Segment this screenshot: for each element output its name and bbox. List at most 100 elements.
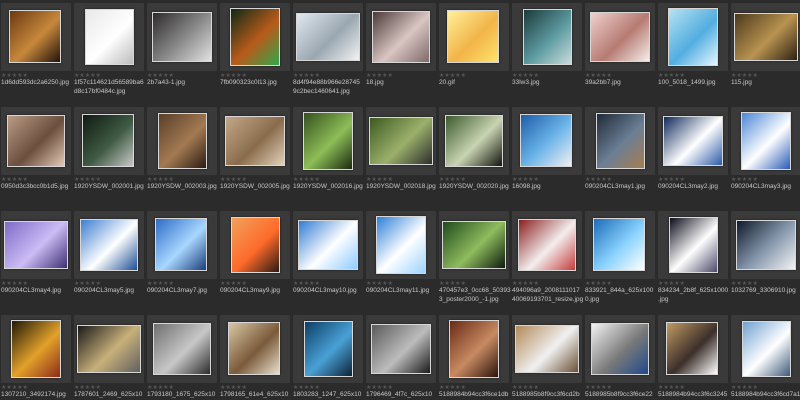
rating-stars[interactable]: ★★★★★ xyxy=(731,384,758,391)
thumbnail-image[interactable] xyxy=(591,323,649,375)
thumbnail-tile[interactable] xyxy=(147,107,217,175)
thumbnail-tile[interactable] xyxy=(1,3,71,71)
rating-stars[interactable]: ★★★★★ xyxy=(439,280,466,287)
thumbnail-tile[interactable] xyxy=(658,211,728,279)
thumbnail-image[interactable] xyxy=(669,217,718,273)
thumbnail-item[interactable]: ★★★★★ 5188984b94cc3f6c3245 xyxy=(658,315,728,400)
thumbnail-image[interactable] xyxy=(442,221,506,269)
thumbnail-tile[interactable] xyxy=(220,211,290,279)
thumbnail-image[interactable] xyxy=(369,117,433,165)
rating-stars[interactable]: ★★★★★ xyxy=(512,384,539,391)
thumbnail-image[interactable] xyxy=(590,12,650,62)
thumbnail-image[interactable] xyxy=(155,218,207,271)
thumbnail-item[interactable]: ★★★★★ 833921_844a_625x100 0.jpg xyxy=(585,211,655,314)
thumbnail-tile[interactable] xyxy=(439,315,509,383)
thumbnail-image[interactable] xyxy=(82,114,134,167)
thumbnail-item[interactable]: ★★★★★ 090204CL3may4.jpg xyxy=(1,211,71,314)
thumbnail-image[interactable] xyxy=(296,13,360,61)
thumbnail-item[interactable]: ★★★★★ 090204CL3may5.jpg xyxy=(74,211,144,314)
thumbnail-tile[interactable] xyxy=(366,107,436,175)
thumbnail-image[interactable] xyxy=(372,11,430,63)
thumbnail-item[interactable]: ★★★★★ 1f57c114621d56589ba6 d8c17bf0484c.j… xyxy=(74,3,144,106)
thumbnail-tile[interactable] xyxy=(585,315,655,383)
rating-stars[interactable]: ★★★★★ xyxy=(366,384,393,391)
thumbnail-item[interactable]: ★★★★★ 090204CL3may10.jpg xyxy=(293,211,363,314)
thumbnail-image[interactable] xyxy=(734,13,798,61)
thumbnail-item[interactable]: ★★★★★ 1d6dd593dc2a6250.jpg xyxy=(1,3,71,106)
thumbnail-item[interactable]: ★★★★★ 090204CL3may3.jpg xyxy=(731,107,800,210)
thumbnail-tile[interactable] xyxy=(512,315,582,383)
thumbnail-item[interactable]: ★★★★★ 494096a9_2008111017 40069193701_res… xyxy=(512,211,583,314)
thumbnail-tile[interactable] xyxy=(293,211,363,279)
rating-stars[interactable]: ★★★★★ xyxy=(439,384,466,391)
thumbnail-tile[interactable] xyxy=(220,3,290,71)
thumbnail-tile[interactable] xyxy=(658,315,728,383)
rating-stars[interactable]: ★★★★★ xyxy=(147,176,174,183)
rating-stars[interactable]: ★★★★★ xyxy=(147,280,174,287)
thumbnail-tile[interactable] xyxy=(293,315,363,383)
thumbnail-tile[interactable] xyxy=(512,107,582,175)
thumbnail-image[interactable] xyxy=(593,218,645,271)
thumbnail-tile[interactable] xyxy=(731,315,800,383)
thumbnail-item[interactable]: ★★★★★ 1920YSDW_002020.jpg xyxy=(439,107,509,210)
thumbnail-image[interactable] xyxy=(7,115,65,167)
rating-stars[interactable]: ★★★★★ xyxy=(74,280,101,287)
rating-stars[interactable]: ★★★★★ xyxy=(147,384,174,391)
thumbnail-image[interactable] xyxy=(228,322,280,375)
thumbnail-image[interactable] xyxy=(596,113,645,169)
rating-stars[interactable]: ★★★★★ xyxy=(658,176,685,183)
thumbnail-image[interactable] xyxy=(158,113,207,169)
rating-stars[interactable]: ★★★★★ xyxy=(74,176,101,183)
thumbnail-tile[interactable] xyxy=(74,211,144,279)
thumbnail-item[interactable]: ★★★★★ 1032769_3306910.jpg xyxy=(731,211,800,314)
thumbnail-image[interactable] xyxy=(449,320,499,378)
rating-stars[interactable]: ★★★★★ xyxy=(293,384,320,391)
thumbnail-item[interactable]: ★★★★★ 0950d3c3bcc0b1d5.jpg xyxy=(1,107,71,210)
thumbnail-tile[interactable] xyxy=(293,3,363,71)
thumbnail-tile[interactable] xyxy=(1,315,71,383)
rating-stars[interactable]: ★★★★★ xyxy=(147,72,174,79)
thumbnail-item[interactable]: ★★★★★ 1920YSDW_002018.jpg xyxy=(366,107,436,210)
rating-stars[interactable]: ★★★★★ xyxy=(220,176,247,183)
thumbnail-item[interactable]: ★★★★★ 1798165_61e4_625x10 xyxy=(220,315,290,400)
thumbnail-item[interactable]: ★★★★★ 090204CL3may1.jpg xyxy=(585,107,655,210)
thumbnail-tile[interactable] xyxy=(439,211,509,279)
rating-stars[interactable]: ★★★★★ xyxy=(293,280,320,287)
rating-stars[interactable]: ★★★★★ xyxy=(220,72,247,79)
thumbnail-image[interactable] xyxy=(231,217,280,273)
thumbnail-item[interactable]: ★★★★★ 8d4f94e88b966e28745 9c2bec1460641.j… xyxy=(293,3,363,106)
thumbnail-item[interactable]: ★★★★★ 33lw3.jpg xyxy=(512,3,582,106)
rating-stars[interactable]: ★★★★★ xyxy=(585,72,612,79)
thumbnail-tile[interactable] xyxy=(147,3,217,71)
thumbnail-image[interactable] xyxy=(742,321,791,377)
thumbnail-tile[interactable] xyxy=(1,107,71,175)
thumbnail-tile[interactable] xyxy=(731,107,800,175)
thumbnail-tile[interactable] xyxy=(147,315,217,383)
thumbnail-item[interactable]: ★★★★★ 090204CL3may9.jpg xyxy=(220,211,290,314)
thumbnail-item[interactable]: ★★★★★ 20.gif xyxy=(439,3,509,106)
thumbnail-item[interactable]: ★★★★★ 1920YSDW_002003.jpg xyxy=(147,107,217,210)
rating-stars[interactable]: ★★★★★ xyxy=(512,280,539,287)
thumbnail-tile[interactable] xyxy=(366,211,436,279)
thumbnail-tile[interactable] xyxy=(658,3,728,71)
thumbnail-image[interactable] xyxy=(225,116,285,166)
thumbnail-item[interactable]: ★★★★★ 090204CL3may11.jpg xyxy=(366,211,436,314)
thumbnail-image[interactable] xyxy=(230,8,280,66)
rating-stars[interactable]: ★★★★★ xyxy=(1,176,28,183)
rating-stars[interactable]: ★★★★★ xyxy=(512,72,539,79)
thumbnail-item[interactable]: ★★★★★ 834234_2b8f_625x1000 .jpg xyxy=(658,211,728,314)
thumbnail-item[interactable]: ★★★★★ 470457e3_0cc68_50393 3_poster2000_-… xyxy=(439,211,511,314)
thumbnail-item[interactable]: ★★★★★ 1920YSDW_002001.jpg xyxy=(74,107,144,210)
thumbnail-image[interactable] xyxy=(371,324,431,374)
rating-stars[interactable]: ★★★★★ xyxy=(658,384,685,391)
rating-stars[interactable]: ★★★★★ xyxy=(658,280,685,287)
thumbnail-item[interactable]: ★★★★★ 090204CL3may2.jpg xyxy=(658,107,728,210)
thumbnail-tile[interactable] xyxy=(1,211,71,279)
thumbnail-item[interactable]: ★★★★★ 18.jpg xyxy=(366,3,436,106)
thumbnail-image[interactable] xyxy=(85,9,134,65)
thumbnail-image[interactable] xyxy=(4,221,68,269)
thumbnail-tile[interactable] xyxy=(293,107,363,175)
thumbnail-item[interactable]: ★★★★★ 39a2bb7.jpg xyxy=(585,3,655,106)
thumbnail-tile[interactable] xyxy=(220,315,290,383)
rating-stars[interactable]: ★★★★★ xyxy=(585,384,612,391)
